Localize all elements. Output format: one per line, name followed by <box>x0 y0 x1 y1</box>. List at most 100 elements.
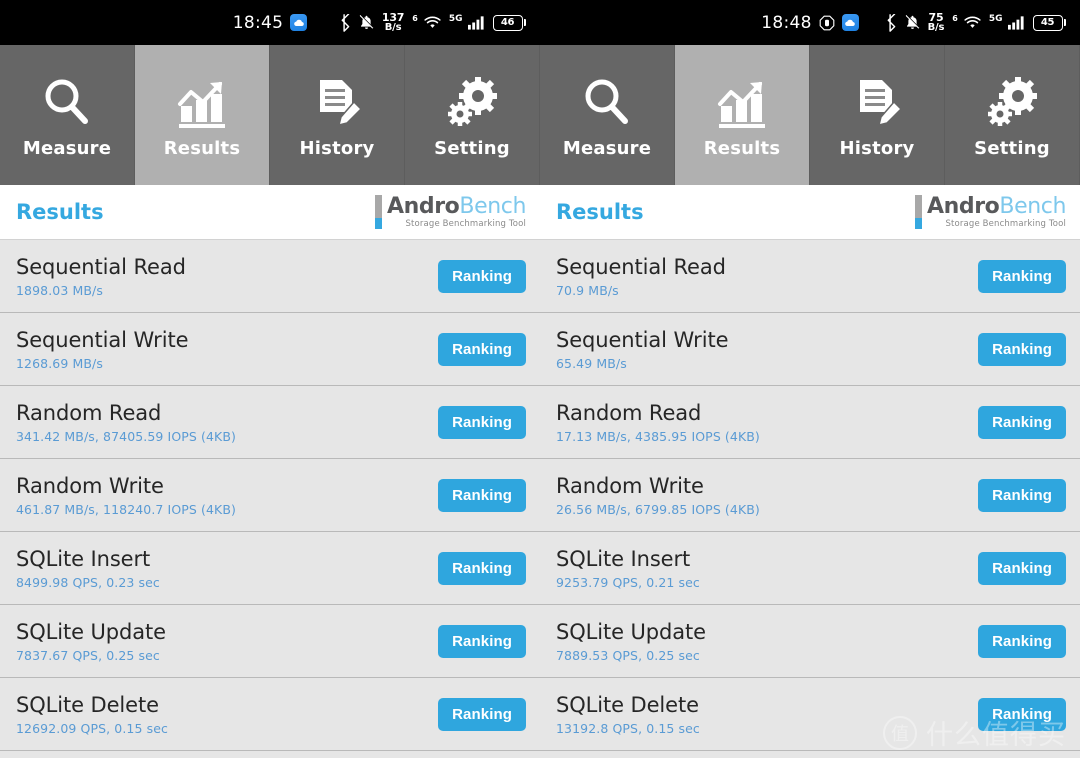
table-row[interactable]: Sequential Write 65.49 MB/s Ranking <box>540 313 1080 386</box>
row-content: SQLite Delete 12692.09 QPS, 0.15 sec <box>16 693 168 736</box>
results-header-row: Results AndroBench Storage Benchmarking … <box>0 185 1080 240</box>
ranking-button[interactable]: Ranking <box>978 332 1066 366</box>
logo-bar-bottom <box>374 218 382 229</box>
app-screen: 18:45 137 B/s 6 5G 46 18:48 75 B/s 6 5G … <box>0 0 1080 758</box>
table-row[interactable]: Random Write 461.87 MB/s, 118240.7 IOPS … <box>0 459 540 532</box>
tab-setting[interactable]: Setting <box>405 45 540 185</box>
tab-measure[interactable]: Measure <box>540 45 675 185</box>
ranking-button[interactable]: Ranking <box>978 551 1066 585</box>
tab-history-label: History <box>839 137 915 159</box>
network-type-label: 5G <box>448 13 463 24</box>
table-row[interactable]: SQLite Delete 12692.09 QPS, 0.15 sec Ran… <box>0 678 540 751</box>
row-content: Sequential Read 70.9 MB/s <box>556 255 726 298</box>
ranking-button[interactable]: Ranking <box>438 259 526 293</box>
logo-accent-bar <box>914 195 922 229</box>
benchmark-value: 9253.79 QPS, 0.21 sec <box>556 574 700 590</box>
ranking-button[interactable]: Ranking <box>438 697 526 731</box>
benchmark-name: SQLite Update <box>556 619 706 644</box>
row-content: SQLite Update 7837.67 QPS, 0.25 sec <box>16 620 166 663</box>
logo-wordmark: AndroBench <box>386 193 526 219</box>
tab-bar-row: Measure Results History Setting Measure … <box>0 45 1080 185</box>
benchmark-value: 341.42 MB/s, 87405.59 IOPS (4KB) <box>16 428 237 444</box>
logo-text: AndroBench Storage Benchmarking Tool <box>386 193 526 229</box>
benchmark-name: Random Read <box>556 400 702 425</box>
benchmark-value: 1898.03 MB/s <box>16 282 103 298</box>
benchmark-value: 65.49 MB/s <box>556 355 627 371</box>
tab-setting-label: Setting <box>434 137 510 159</box>
benchmark-value: 7837.67 QPS, 0.25 sec <box>16 647 160 663</box>
magnifier-icon <box>40 72 94 130</box>
tab-results-label: Results <box>703 137 781 159</box>
benchmark-name: SQLite Insert <box>556 546 691 571</box>
benchmark-name: SQLite Update <box>16 619 166 644</box>
benchmark-value: 13192.8 QPS, 0.15 sec <box>556 720 700 736</box>
logo-bar-top <box>374 195 382 218</box>
table-row[interactable]: Random Read 17.13 MB/s, 4385.95 IOPS (4K… <box>540 386 1080 459</box>
benchmark-value: 70.9 MB/s <box>556 282 619 298</box>
results-list-left: Sequential Read 1898.03 MB/s Ranking Seq… <box>0 240 540 758</box>
tab-bar-right: Measure Results History Setting <box>540 45 1080 185</box>
ranking-button[interactable]: Ranking <box>438 478 526 512</box>
table-row[interactable]: SQLite Delete 13192.8 QPS, 0.15 sec Rank… <box>540 678 1080 751</box>
table-row[interactable]: Sequential Write 1268.69 MB/s Ranking <box>0 313 540 386</box>
row-content: SQLite Delete 13192.8 QPS, 0.15 sec <box>556 693 700 736</box>
benchmark-name: Random Read <box>16 400 162 425</box>
results-list-right: Sequential Read 70.9 MB/s Ranking Sequen… <box>540 240 1080 758</box>
status-bar-left: 18:45 137 B/s 6 5G 46 <box>0 0 540 45</box>
ranking-button[interactable]: Ranking <box>438 332 526 366</box>
tab-results[interactable]: Results <box>675 45 810 185</box>
row-content: Sequential Read 1898.03 MB/s <box>16 255 186 298</box>
logo-wordmark: AndroBench <box>926 193 1066 219</box>
benchmark-name: SQLite Insert <box>16 546 151 571</box>
page-title: Results <box>16 200 104 224</box>
results-lists: Sequential Read 1898.03 MB/s Ranking Seq… <box>0 240 1080 758</box>
document-pencil-icon <box>310 72 364 130</box>
logo-bar-bottom <box>914 218 922 229</box>
table-row[interactable]: Sequential Read 1898.03 MB/s Ranking <box>0 240 540 313</box>
ranking-button[interactable]: Ranking <box>438 551 526 585</box>
benchmark-name: SQLite Delete <box>556 692 699 717</box>
gears-icon <box>445 72 499 130</box>
benchmark-value: 26.56 MB/s, 6799.85 IOPS (4KB) <box>556 501 760 517</box>
ranking-button[interactable]: Ranking <box>438 624 526 658</box>
table-row[interactable]: SQLite Insert 8499.98 QPS, 0.23 sec Rank… <box>0 532 540 605</box>
tab-setting[interactable]: Setting <box>945 45 1080 185</box>
status-bar-right: 18:48 75 B/s 6 5G 45 <box>540 0 1080 45</box>
row-content: Random Read 341.42 MB/s, 87405.59 IOPS (… <box>16 401 236 444</box>
tab-setting-label: Setting <box>974 137 1050 159</box>
ranking-button[interactable]: Ranking <box>438 405 526 439</box>
tab-results-label: Results <box>163 137 241 159</box>
tab-history[interactable]: History <box>270 45 405 185</box>
octagon-icon <box>819 15 835 31</box>
ranking-button[interactable]: Ranking <box>978 478 1066 512</box>
table-row[interactable]: SQLite Update 7837.67 QPS, 0.25 sec Rank… <box>0 605 540 678</box>
bar-chart-icon <box>175 72 229 130</box>
cloud-icon <box>841 14 859 31</box>
wifi-generation-label: 6 <box>412 14 418 23</box>
logo-bench: Bench <box>999 193 1066 219</box>
results-header-right: Results AndroBench Storage Benchmarking … <box>540 185 1080 240</box>
page-title: Results <box>556 200 644 224</box>
table-row[interactable]: Random Read 341.42 MB/s, 87405.59 IOPS (… <box>0 386 540 459</box>
androbench-logo: AndroBench Storage Benchmarking Tool <box>914 193 1066 229</box>
row-content: SQLite Update 7889.53 QPS, 0.25 sec <box>556 620 706 663</box>
table-row[interactable]: SQLite Update 7889.53 QPS, 0.25 sec Rank… <box>540 605 1080 678</box>
ranking-button[interactable]: Ranking <box>978 259 1066 293</box>
tab-history[interactable]: History <box>810 45 945 185</box>
benchmark-name: Sequential Read <box>16 254 186 279</box>
tab-results[interactable]: Results <box>135 45 270 185</box>
row-content: Sequential Write 65.49 MB/s <box>556 327 729 371</box>
table-row[interactable]: Sequential Read 70.9 MB/s Ranking <box>540 240 1080 313</box>
ranking-button[interactable]: Ranking <box>978 624 1066 658</box>
benchmark-value: 1268.69 MB/s <box>16 355 103 371</box>
ranking-button[interactable]: Ranking <box>978 697 1066 731</box>
tab-measure[interactable]: Measure <box>0 45 135 185</box>
ranking-button[interactable]: Ranking <box>978 405 1066 439</box>
logo-andro: Andro <box>926 193 1000 219</box>
logo-andro: Andro <box>386 193 460 219</box>
benchmark-name: Sequential Write <box>556 327 729 352</box>
logo-bench: Bench <box>459 193 526 219</box>
table-row[interactable]: SQLite Insert 9253.79 QPS, 0.21 sec Rank… <box>540 532 1080 605</box>
tab-history-label: History <box>299 137 375 159</box>
table-row[interactable]: Random Write 26.56 MB/s, 6799.85 IOPS (4… <box>540 459 1080 532</box>
